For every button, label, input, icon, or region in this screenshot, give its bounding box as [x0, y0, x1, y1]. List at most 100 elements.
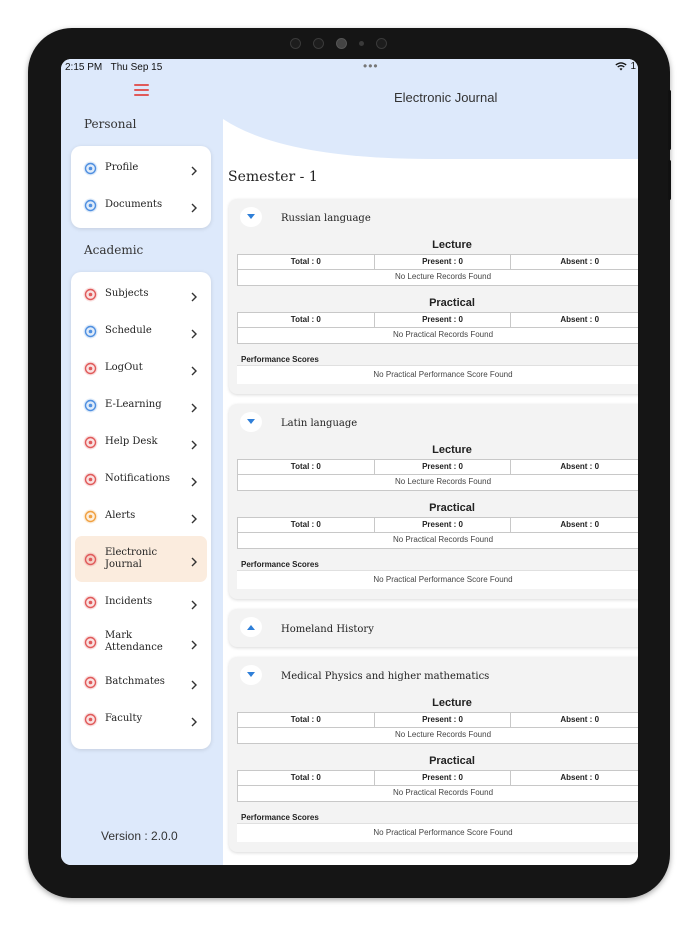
sidebar-item-label: Notifications [105, 473, 171, 484]
sidebar-item-label: Faculty [105, 713, 143, 724]
caret-down-icon[interactable] [240, 412, 262, 432]
total-count: Total : 0 [238, 771, 375, 785]
sidebar-item-label: Mark Attendance [105, 630, 163, 653]
attendance-table: Total : 0 Present : 0 Absent : 0 No Lecture… [237, 459, 638, 491]
subject-name: Latin language [281, 418, 358, 429]
sidebar-item-label: LogOut [105, 362, 143, 373]
journal-icon [83, 552, 98, 567]
performance-empty-message: No Practical Performance Score Found [237, 570, 638, 589]
empty-records-message: No Practical Records Found [392, 535, 494, 544]
attendance-table: Total : 0 Present : 0 Absent : 0 No Practic… [237, 770, 638, 802]
performance-scores-label: Performance Scores [241, 355, 319, 364]
sidebar-item-e-learning[interactable]: E-Learning [75, 388, 207, 422]
performance-scores-label: Performance Scores [241, 560, 319, 569]
chevron-right-icon [190, 511, 198, 524]
caret-down-icon[interactable] [240, 665, 262, 685]
absent-count: Absent : 0 [560, 257, 600, 266]
attendance-block-title: Lecture [432, 239, 472, 251]
sidebar-item-batchmates[interactable]: Batchmates [75, 665, 207, 699]
subject-card: Medical Physics and higher mathematics Le… [229, 657, 638, 852]
power-button [668, 90, 671, 150]
documents-icon [83, 198, 98, 213]
status-bar: 2:15 PM Thu Sep 15 ••• 1 [61, 59, 638, 77]
subject-header[interactable]: Russian language [229, 199, 638, 233]
schedule-icon [83, 324, 98, 339]
total-count: Total : 0 [238, 313, 375, 327]
sidebar-item-alerts[interactable]: Alerts [75, 499, 207, 533]
sidebar-item-label: Profile [105, 162, 139, 173]
sidebar-item-label: Help Desk [105, 436, 158, 447]
absent-count: Absent : 0 [560, 773, 600, 782]
sidebar-item-electronic-journal[interactable]: Electronic Journal [75, 536, 207, 582]
attendance-table: Total : 0 Present : 0 Absent : 0 No Practic… [237, 517, 638, 549]
present-count: Present : 0 [375, 460, 512, 474]
caret-up-icon[interactable] [240, 617, 262, 637]
app-version: Version : 2.0.0 [101, 829, 178, 843]
main-content: Electronic Journal Semester - 1 Russian … [223, 59, 638, 865]
alerts-icon [83, 509, 98, 524]
sidebar: Personal Profile Documents Academic Subje… [61, 59, 223, 865]
caret-down-icon[interactable] [240, 207, 262, 227]
sidebar-item-logout[interactable]: LogOut [75, 351, 207, 385]
attendance-block-title: Practical [429, 502, 475, 514]
hamburger-menu-icon[interactable] [134, 84, 149, 96]
battery-percent: 1 [630, 61, 636, 72]
chevron-right-icon [190, 326, 198, 339]
subject-name: Russian language [281, 213, 371, 224]
sidebar-item-profile[interactable]: Profile [75, 151, 207, 185]
attendance-block-title: Lecture [432, 444, 472, 456]
sensor-icon [313, 37, 324, 49]
attendance-table: Total : 0 Present : 0 Absent : 0 No Lecture… [237, 254, 638, 286]
performance-empty-message: No Practical Performance Score Found [237, 823, 638, 842]
attendance-table: Total : 0 Present : 0 Absent : 0 No Practic… [237, 312, 638, 344]
personal-menu-card: Profile Documents [71, 146, 211, 228]
sidebar-item-help-desk[interactable]: Help Desk [75, 425, 207, 459]
chevron-right-icon [190, 163, 198, 176]
sidebar-item-label: Alerts [105, 510, 136, 521]
chevron-right-icon [190, 554, 198, 567]
performance-scores-label: Performance Scores [241, 813, 319, 822]
status-time: 2:15 PM Thu Sep 15 [65, 62, 163, 73]
sidebar-item-faculty[interactable]: Faculty [75, 702, 207, 736]
camera-icon [336, 37, 347, 49]
chevron-right-icon [190, 474, 198, 487]
subject-header[interactable]: Latin language [229, 404, 638, 438]
subject-header[interactable]: Homeland History [229, 609, 638, 643]
sidebar-item-label: Documents [105, 199, 163, 210]
total-count: Total : 0 [238, 255, 375, 269]
academic-menu-card: Subjects Schedule LogOut E-Learning Help Des… [71, 272, 211, 749]
performance-empty-message: No Practical Performance Score Found [237, 365, 638, 384]
sidebar-item-mark-attendance[interactable]: Mark Attendance [75, 622, 207, 662]
personal-section-label: Personal [84, 117, 137, 131]
subjects-icon [83, 287, 98, 302]
status-indicators: 1 [615, 61, 636, 72]
sidebar-item-incidents[interactable]: Incidents [75, 585, 207, 619]
sensor-icon [376, 37, 387, 49]
present-count: Present : 0 [375, 713, 512, 727]
chevron-right-icon [190, 200, 198, 213]
present-count: Present : 0 [375, 771, 512, 785]
helpdesk-icon [83, 435, 98, 450]
sidebar-item-subjects[interactable]: Subjects [75, 277, 207, 311]
attendance-block-title: Practical [429, 297, 475, 309]
total-count: Total : 0 [238, 713, 375, 727]
logout-icon [83, 361, 98, 376]
absent-count: Absent : 0 [560, 715, 600, 724]
subject-header[interactable]: Medical Physics and higher mathematics [229, 657, 638, 691]
attendance-block-title: Lecture [432, 697, 472, 709]
total-count: Total : 0 [238, 460, 375, 474]
elearning-icon [83, 398, 98, 413]
absent-count: Absent : 0 [560, 520, 600, 529]
profile-icon [83, 161, 98, 176]
chevron-right-icon [190, 597, 198, 610]
sidebar-item-schedule[interactable]: Schedule [75, 314, 207, 348]
chevron-right-icon [190, 289, 198, 302]
multitasking-icon[interactable]: ••• [363, 59, 379, 73]
chevron-right-icon [190, 637, 198, 650]
batchmates-icon [83, 675, 98, 690]
sidebar-item-documents[interactable]: Documents [75, 188, 207, 222]
present-count: Present : 0 [375, 518, 512, 532]
sidebar-item-notifications[interactable]: Notifications [75, 462, 207, 496]
sidebar-item-label: E-Learning [105, 399, 162, 410]
attendance-table: Total : 0 Present : 0 Absent : 0 No Lecture… [237, 712, 638, 744]
